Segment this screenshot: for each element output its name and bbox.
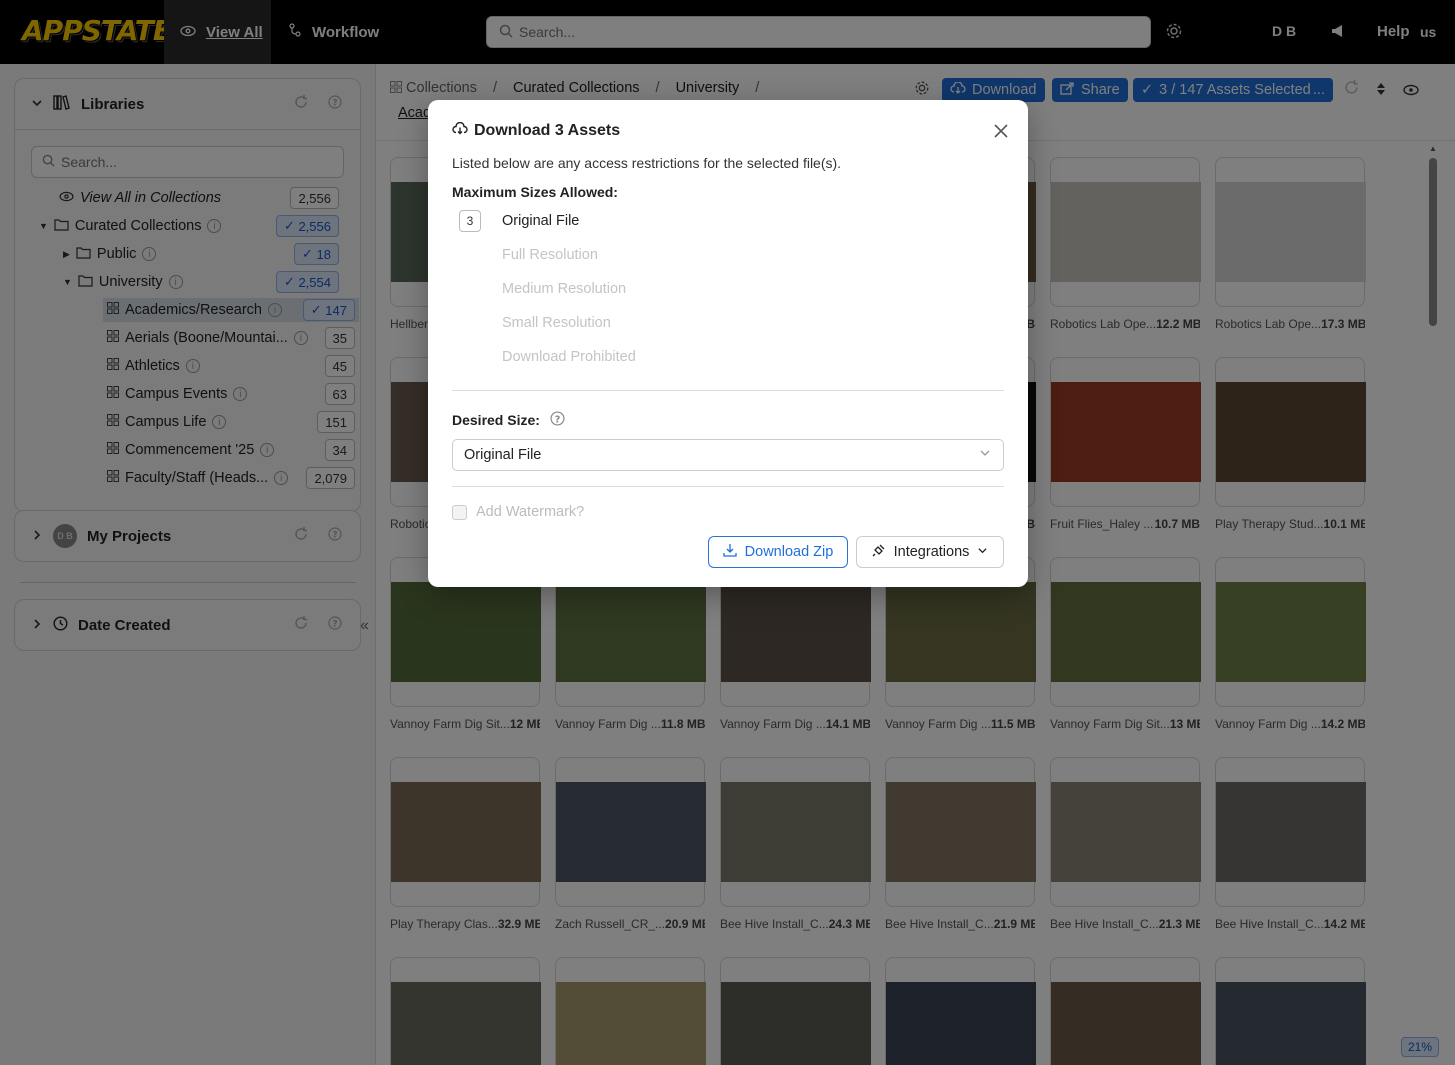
size-prohibited: Download Prohibited: [502, 349, 636, 365]
size-count-badge: 3: [459, 210, 481, 232]
chevron-down-icon: [977, 544, 988, 560]
integrations-button[interactable]: Integrations: [856, 536, 1004, 568]
desired-size-label: Desired Size:: [452, 412, 540, 428]
download-zip-label: Download Zip: [744, 544, 834, 560]
svg-text:?: ?: [555, 414, 561, 425]
desired-size-row: Desired Size: ?: [452, 411, 565, 429]
size-medium: Medium Resolution: [502, 281, 627, 297]
help-icon[interactable]: ?: [550, 411, 565, 429]
size-small: Small Resolution: [502, 315, 611, 331]
download-icon: [723, 543, 737, 561]
max-sizes-label: Maximum Sizes Allowed:: [452, 184, 618, 200]
desired-size-value: Original File: [464, 447, 542, 463]
size-full: Full Resolution: [502, 247, 598, 263]
modal-title: Download 3 Assets: [474, 122, 621, 139]
watermark-label: Add Watermark?: [476, 504, 585, 520]
modal-title-row: Download 3 Assets: [452, 121, 621, 140]
divider: [452, 486, 1004, 487]
close-icon[interactable]: [994, 118, 1008, 144]
integrations-label: Integrations: [893, 544, 970, 560]
download-modal: Download 3 Assets Listed below are any a…: [428, 100, 1028, 587]
plug-icon: [872, 543, 886, 561]
divider: [452, 390, 1004, 391]
download-zip-button[interactable]: Download Zip: [708, 536, 848, 568]
modal-subtitle: Listed below are any access restrictions…: [452, 155, 842, 171]
watermark-checkbox[interactable]: [452, 505, 467, 520]
chevron-down-icon: [979, 447, 991, 463]
cloud-download-icon: [452, 121, 468, 140]
size-original: Original File: [502, 213, 580, 229]
desired-size-select[interactable]: Original File: [452, 439, 1004, 471]
